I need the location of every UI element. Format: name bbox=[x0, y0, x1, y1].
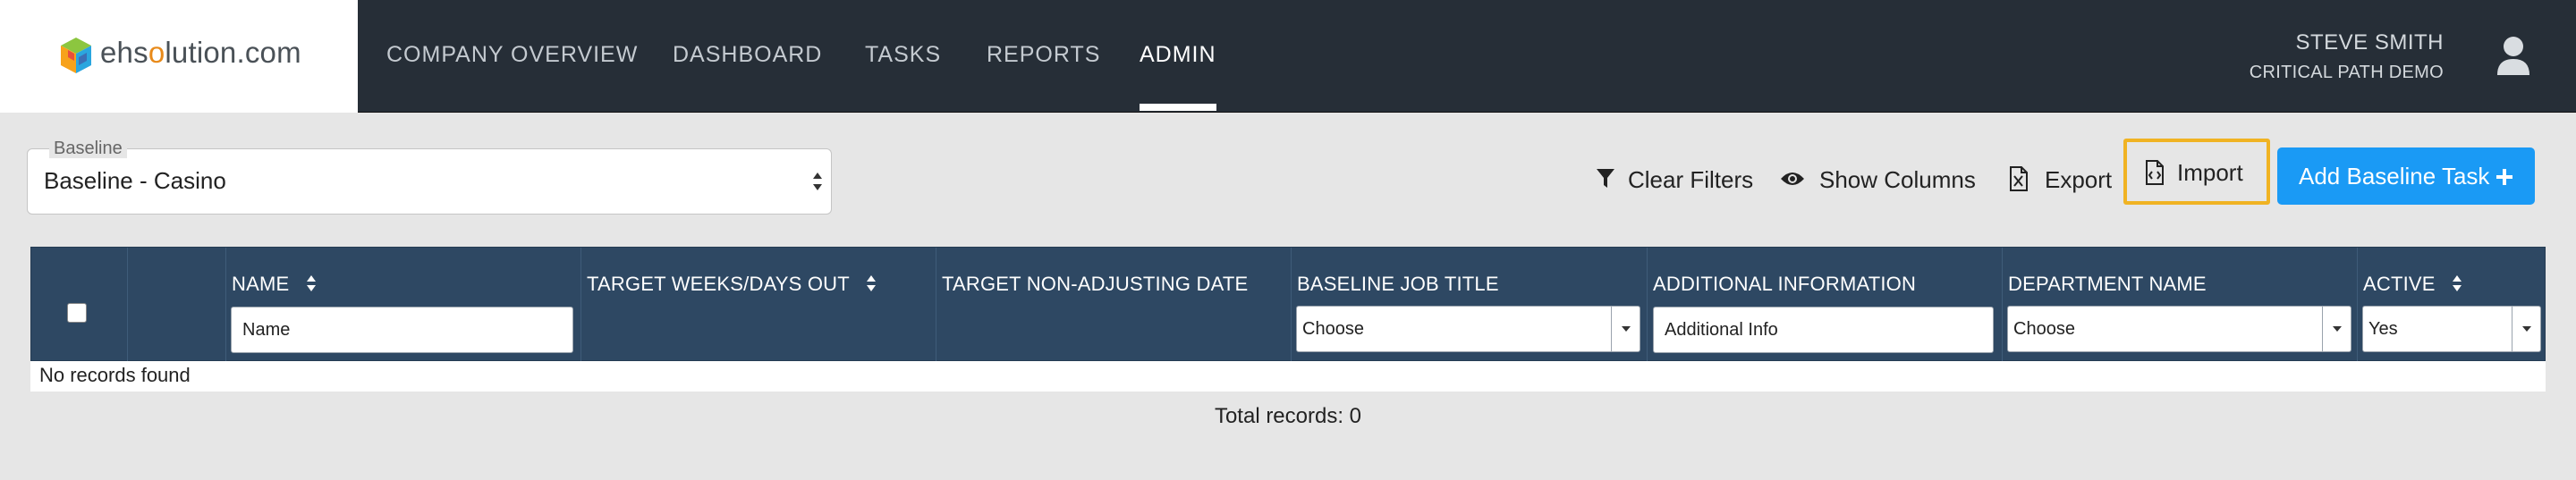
user-name[interactable]: STEVE SMITH bbox=[2295, 30, 2444, 55]
baseline-selected-value: Baseline - Casino bbox=[44, 167, 226, 194]
table-body: No records found bbox=[30, 361, 2546, 392]
add-baseline-task-button[interactable]: Add Baseline Task bbox=[2277, 147, 2535, 205]
clear-filters-button[interactable]: Clear Filters bbox=[1596, 159, 1754, 200]
department-filter-select[interactable]: Choose bbox=[2007, 306, 2351, 352]
column-target-weeks-label: TARGET WEEKS/DAYS OUT bbox=[587, 273, 850, 295]
nav-company-overview[interactable]: COMPANY OVERVIEW bbox=[386, 0, 638, 113]
nav-dashboard[interactable]: DASHBOARD bbox=[673, 0, 822, 113]
caret-down-icon bbox=[2322, 307, 2351, 351]
baseline-select[interactable]: Baseline Baseline - Casino bbox=[27, 139, 832, 215]
eye-icon bbox=[1781, 173, 1804, 185]
job-title-filter-value: Choose bbox=[1302, 319, 1364, 339]
column-active-label: ACTIVE bbox=[2363, 273, 2436, 295]
export-button[interactable]: Export bbox=[2009, 159, 2114, 200]
select-arrows-icon bbox=[813, 173, 822, 190]
column-divider bbox=[225, 248, 226, 362]
nav-admin[interactable]: ADMIN bbox=[1140, 0, 1216, 113]
logo-wordmark: ehsolution.com bbox=[100, 36, 301, 69]
sort-icon bbox=[866, 275, 876, 292]
job-title-filter-select[interactable]: Choose bbox=[1296, 306, 1640, 352]
column-name-label: NAME bbox=[232, 273, 290, 295]
column-header-active[interactable]: ACTIVE bbox=[2363, 273, 2462, 296]
caret-down-icon bbox=[2512, 307, 2540, 351]
column-divider bbox=[580, 248, 581, 362]
sort-icon bbox=[306, 275, 316, 292]
import-button[interactable]: Import bbox=[2123, 139, 2270, 205]
active-tab-indicator bbox=[1140, 104, 1216, 111]
user-company: CRITICAL PATH DEMO bbox=[2249, 63, 2444, 82]
empty-table-message: No records found bbox=[39, 364, 191, 386]
excel-file-icon bbox=[2010, 166, 2028, 191]
brand-logo[interactable]: ehsolution.com bbox=[0, 0, 358, 113]
active-filter-select[interactable]: Yes bbox=[2362, 306, 2541, 352]
user-avatar-icon[interactable] bbox=[2496, 36, 2531, 77]
clear-filters-label: Clear Filters bbox=[1628, 166, 1754, 193]
plus-icon bbox=[2496, 169, 2512, 185]
show-columns-label: Show Columns bbox=[1819, 166, 1976, 193]
code-file-icon bbox=[2146, 160, 2164, 185]
baseline-label: Baseline bbox=[49, 139, 127, 158]
name-filter-input[interactable]: Name bbox=[231, 307, 573, 353]
column-header-additional-info: ADDITIONAL INFORMATION bbox=[1653, 273, 1917, 295]
nav-tasks[interactable]: TASKS bbox=[865, 0, 941, 113]
total-records-count: Total records: 0 bbox=[1214, 404, 1362, 428]
additional-info-filter-input[interactable]: Additional Info bbox=[1653, 307, 1994, 353]
caret-down-icon bbox=[1611, 307, 1640, 351]
column-divider bbox=[127, 248, 128, 362]
import-label: Import bbox=[2177, 159, 2243, 186]
column-divider bbox=[2357, 248, 2358, 362]
filter-icon bbox=[1597, 169, 1614, 188]
export-label: Export bbox=[2045, 166, 2113, 193]
column-header-target-weeks[interactable]: TARGET WEEKS/DAYS OUT bbox=[587, 273, 877, 296]
department-filter-value: Choose bbox=[2013, 319, 2075, 339]
show-columns-button[interactable]: Show Columns bbox=[1780, 159, 1976, 200]
cube-logo-icon bbox=[61, 38, 91, 73]
nav-admin-label: ADMIN bbox=[1140, 42, 1216, 67]
active-filter-value: Yes bbox=[2368, 319, 2398, 339]
column-divider bbox=[1291, 248, 1292, 362]
top-nav-bar: ehsolution.com COMPANY OVERVIEW DASHBOAR… bbox=[0, 0, 2576, 113]
column-header-name[interactable]: NAME bbox=[232, 273, 317, 296]
column-header-department: DEPARTMENT NAME bbox=[2008, 273, 2207, 295]
sort-icon bbox=[2452, 275, 2462, 292]
add-baseline-task-label: Add Baseline Task bbox=[2299, 163, 2490, 189]
column-divider bbox=[1647, 248, 1648, 362]
table-header: NAME Name TARGET WEEKS/DAYS OUT TARGET N… bbox=[30, 247, 2546, 362]
column-header-job-title: BASELINE JOB TITLE bbox=[1297, 273, 1499, 295]
nav-reports[interactable]: REPORTS bbox=[987, 0, 1100, 113]
select-all-checkbox[interactable] bbox=[67, 303, 87, 323]
column-header-target-non-adjusting-date: TARGET NON-ADJUSTING DATE bbox=[942, 273, 1249, 295]
column-divider bbox=[2002, 248, 2003, 362]
